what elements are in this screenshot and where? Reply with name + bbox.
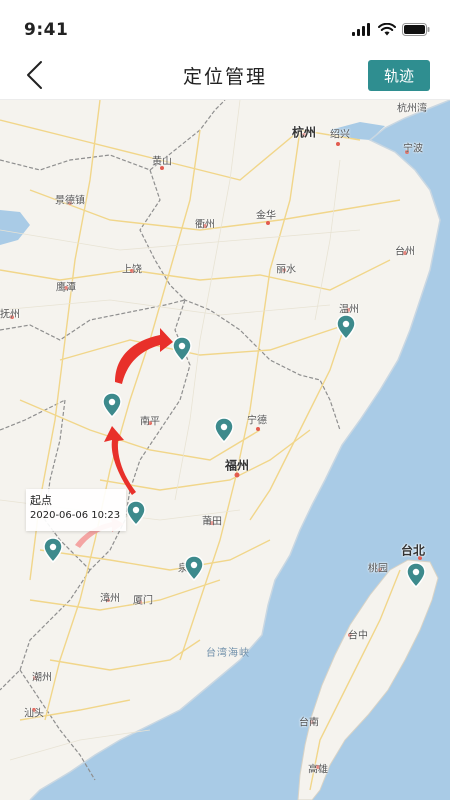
nav-bar: 定位管理 轨迹 [0,50,450,100]
location-marker-icon[interactable] [336,314,356,340]
location-marker-icon[interactable] [43,537,63,563]
city-label: 台中 [348,630,368,642]
city-label: 上饶 [122,264,142,276]
city-label: 潮州 [32,672,52,684]
city-label: 鹰潭 [56,282,76,294]
wifi-icon [378,22,396,35]
start-point-title: 起点 [30,494,52,507]
sea-label: 台湾海峡 [206,648,250,659]
city-label: 台州 [395,246,415,258]
city-label: 汕头 [24,708,44,720]
start-point-popup[interactable]: 起点 2020-06-06 10:23 [26,489,126,531]
track-button[interactable]: 轨迹 [368,60,430,91]
location-marker-icon[interactable] [406,562,426,588]
location-marker-icon[interactable] [126,500,146,526]
city-label: 宁波 [403,143,423,155]
city-label: 抚州 [0,309,20,321]
status-time: 9:41 [24,20,69,40]
city-label: 南平 [140,416,160,428]
status-bar: 9:41 [0,0,450,50]
city-label: 衢州 [195,219,215,231]
location-marker-icon[interactable] [102,392,122,418]
city-label: 台北 [400,543,426,558]
city-label: 桃园 [368,563,388,575]
city-label: 福州 [224,458,250,473]
start-point-time: 2020-06-06 10:23 [30,510,121,521]
battery-icon [402,22,430,36]
city-label: 丽水 [276,264,296,276]
city-label: 杭州湾 [397,103,427,115]
location-marker-icon[interactable] [172,336,192,362]
city-label: 景德镇 [55,195,85,207]
city-label: 宁德 [247,415,267,427]
city-label: 漳州 [100,593,120,605]
city-label: 莆田 [202,516,222,528]
city-label: 台南 [299,717,319,729]
status-icons [352,22,430,36]
city-label: 杭州 [291,125,317,140]
map-view[interactable]: 杭州 绍兴 宁波 杭州湾 黄山 景德镇 衢州 金华 台州 上饶 鹰潭 丽水 温州… [0,100,450,800]
location-marker-icon[interactable] [184,555,204,581]
signal-icon [352,22,370,36]
city-label: 绍兴 [330,129,350,141]
city-label: 金华 [256,210,276,222]
city-label: 厦门 [133,595,153,607]
city-label: 高雄 [308,764,328,776]
city-label: 黄山 [152,156,172,168]
location-marker-icon[interactable] [214,417,234,443]
